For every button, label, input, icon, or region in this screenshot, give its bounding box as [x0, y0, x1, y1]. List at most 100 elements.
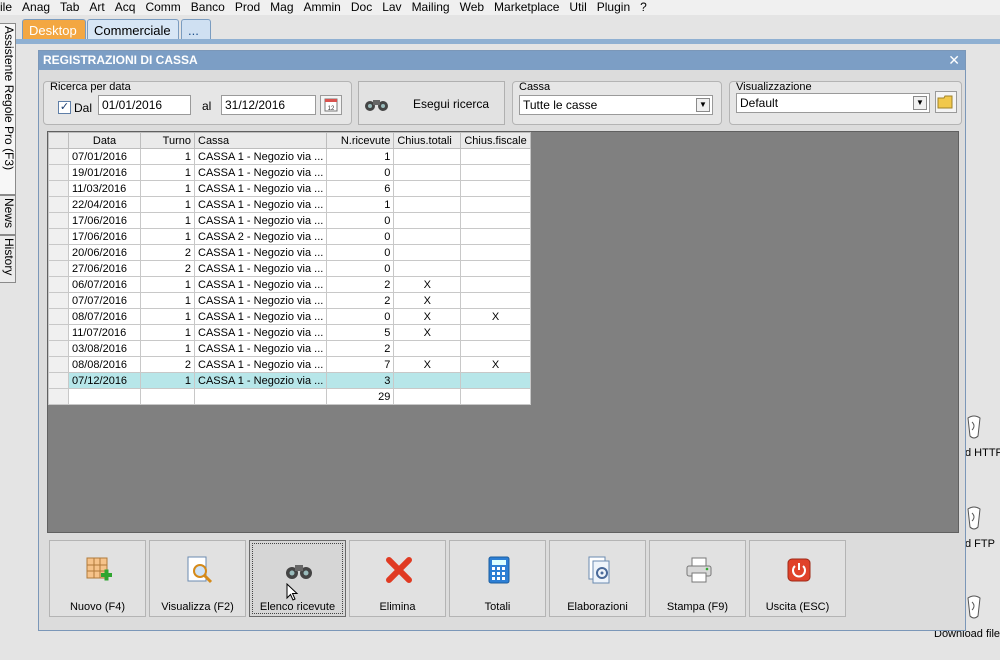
date-to-field[interactable]: 31/12/2016 — [221, 95, 316, 115]
menu-item[interactable]: Tab — [55, 0, 84, 15]
table-row[interactable]: 08/07/2016 1 CASSA 1 - Negozio via ... 0 X X — [48, 308, 531, 325]
row-indicator[interactable] — [48, 308, 69, 325]
table-row[interactable]: 11/03/2016 1 CASSA 1 - Negozio via ... 6 — [48, 180, 531, 197]
download-ftp-icon[interactable] — [966, 505, 982, 531]
table-row[interactable]: 17/06/2016 1 CASSA 1 - Negozio via ... 0 — [48, 212, 531, 229]
cell-cassa: CASSA 1 - Negozio via ... — [193, 244, 328, 261]
receipts-list-button[interactable]: Elenco ricevute — [249, 540, 346, 617]
row-indicator[interactable] — [48, 356, 69, 373]
totals-cell — [193, 388, 328, 405]
table-row[interactable]: 22/04/2016 1 CASSA 1 - Negozio via ... 1 — [48, 196, 531, 213]
menu-item[interactable]: Comm — [140, 0, 185, 15]
date-from-field[interactable]: 01/01/2016 — [98, 95, 191, 115]
view-group: Visualizzazione Default ▼ — [729, 81, 962, 125]
row-indicator[interactable] — [48, 148, 69, 165]
menu-item[interactable]: ? — [635, 0, 652, 15]
menu-item[interactable]: Mailing — [407, 0, 455, 15]
table-row[interactable]: 27/06/2016 2 CASSA 1 - Negozio via ... 0 — [48, 260, 531, 277]
row-indicator[interactable] — [48, 212, 69, 229]
table-row[interactable]: 06/07/2016 1 CASSA 1 - Negozio via ... 2 X — [48, 276, 531, 293]
cell-chius-fiscale: X — [460, 308, 531, 325]
side-tab-history[interactable]: History — [0, 235, 16, 283]
menu-item[interactable]: Mag — [265, 0, 298, 15]
col-header-ricevute[interactable]: N.ricevute — [326, 132, 395, 149]
menu-item[interactable]: Plugin — [592, 0, 635, 15]
cell-chius-totali — [393, 340, 462, 357]
menu-item[interactable]: Banco — [186, 0, 230, 15]
table-row[interactable]: 08/08/2016 2 CASSA 1 - Negozio via ... 7 X X — [48, 356, 531, 373]
table-row[interactable]: 17/06/2016 1 CASSA 2 - Negozio via ... 0 — [48, 228, 531, 245]
download-ftp-label[interactable]: d FTP — [965, 538, 995, 550]
menu-item[interactable]: Art — [84, 0, 109, 15]
download-file-icon[interactable] — [966, 594, 982, 620]
row-indicator[interactable] — [48, 180, 69, 197]
menu-item[interactable]: Marketplace — [489, 0, 564, 15]
side-tab-assistente[interactable]: Assistente Regole Pro (F3) — [0, 23, 16, 195]
cell-chius-totali — [393, 164, 462, 181]
cassa-select[interactable]: Tutte le casse ▼ — [519, 95, 713, 115]
table-row[interactable]: 07/01/2016 1 CASSA 1 - Negozio via ... 1 — [48, 148, 531, 165]
cell-ricevute: 2 — [326, 276, 395, 293]
table-row[interactable]: 19/01/2016 1 CASSA 1 - Negozio via ... 0 — [48, 164, 531, 181]
row-indicator[interactable] — [48, 324, 69, 341]
table-row[interactable]: 07/07/2016 1 CASSA 1 - Negozio via ... 2 X — [48, 292, 531, 309]
close-icon[interactable]: ✕ — [948, 51, 960, 69]
row-indicator[interactable] — [48, 228, 69, 245]
grid-area: Data Turno Cassa N.ricevute Chius.totali… — [47, 131, 959, 533]
row-indicator[interactable] — [48, 372, 69, 389]
menu-item[interactable]: Ammin — [299, 0, 346, 15]
row-indicator[interactable] — [48, 292, 69, 309]
cell-turno: 1 — [140, 212, 195, 229]
table-row[interactable]: 03/08/2016 1 CASSA 1 - Negozio via ... 2 — [48, 340, 531, 357]
menu-item[interactable]: Prod — [230, 0, 265, 15]
table-header-row: Data Turno Cassa N.ricevute Chius.totali… — [48, 132, 531, 149]
totals-button[interactable]: Totali — [449, 540, 546, 617]
delete-button[interactable]: Elimina — [349, 540, 446, 617]
tab-more[interactable]: ... — [181, 19, 211, 41]
menu-item[interactable]: Util — [564, 0, 591, 15]
table-row[interactable]: 20/06/2016 2 CASSA 1 - Negozio via ... 0 — [48, 244, 531, 261]
exit-button-label: Uscita (ESC) — [765, 601, 830, 613]
download-http-label[interactable]: d HTTP — [965, 447, 1000, 459]
row-indicator[interactable] — [48, 260, 69, 277]
folder-button[interactable] — [935, 91, 957, 113]
calculator-icon — [488, 556, 510, 584]
tab-commerciale[interactable]: Commerciale — [87, 19, 179, 41]
exit-button[interactable]: Uscita (ESC) — [749, 540, 846, 617]
row-indicator[interactable] — [48, 196, 69, 213]
col-header-cassa[interactable]: Cassa — [193, 132, 328, 149]
processing-button[interactable]: Elaborazioni — [549, 540, 646, 617]
view-select[interactable]: Default ▼ — [736, 93, 930, 113]
row-indicator[interactable] — [48, 276, 69, 293]
menu-item[interactable]: Anag — [17, 0, 55, 15]
view-button[interactable]: Visualizza (F2) — [149, 540, 246, 617]
download-http-icon[interactable] — [966, 414, 982, 440]
side-tab-news[interactable]: News — [0, 195, 16, 235]
menu-item[interactable]: Web — [455, 0, 489, 15]
col-header-data[interactable]: Data — [68, 132, 141, 149]
menu-item[interactable]: ile — [0, 0, 17, 15]
menu-item[interactable]: Acq — [110, 0, 141, 15]
menu-item[interactable]: Doc — [346, 0, 377, 15]
table-row[interactable]: 11/07/2016 1 CASSA 1 - Negozio via ... 5 X — [48, 324, 531, 341]
col-header-turno[interactable]: Turno — [140, 132, 195, 149]
row-indicator[interactable] — [48, 244, 69, 261]
chevron-down-icon[interactable]: ▼ — [913, 96, 927, 110]
cell-ricevute: 0 — [326, 164, 395, 181]
tab-desktop[interactable]: Desktop — [22, 19, 86, 41]
chevron-down-icon[interactable]: ▼ — [696, 98, 710, 112]
print-button[interactable]: Stampa (F9) — [649, 540, 746, 617]
row-indicator[interactable] — [48, 164, 69, 181]
date-checkbox[interactable]: ✓ — [58, 101, 71, 114]
cell-cassa: CASSA 1 - Negozio via ... — [193, 196, 328, 213]
registrations-table: Data Turno Cassa N.ricevute Chius.totali… — [48, 132, 531, 405]
menu-item[interactable]: Lav — [377, 0, 406, 15]
calendar-button[interactable]: 12 — [320, 95, 342, 115]
col-header-chius-totali[interactable]: Chius.totali — [393, 132, 462, 149]
col-header-chius-fiscale[interactable]: Chius.fiscale — [460, 132, 531, 149]
mouse-cursor-icon — [286, 583, 299, 601]
row-indicator[interactable] — [48, 340, 69, 357]
search-button[interactable]: Esegui ricerca — [358, 81, 505, 125]
table-row[interactable]: 07/12/2016 1 CASSA 1 - Negozio via ... 3 — [48, 372, 531, 389]
new-button[interactable]: Nuovo (F4) — [49, 540, 146, 617]
